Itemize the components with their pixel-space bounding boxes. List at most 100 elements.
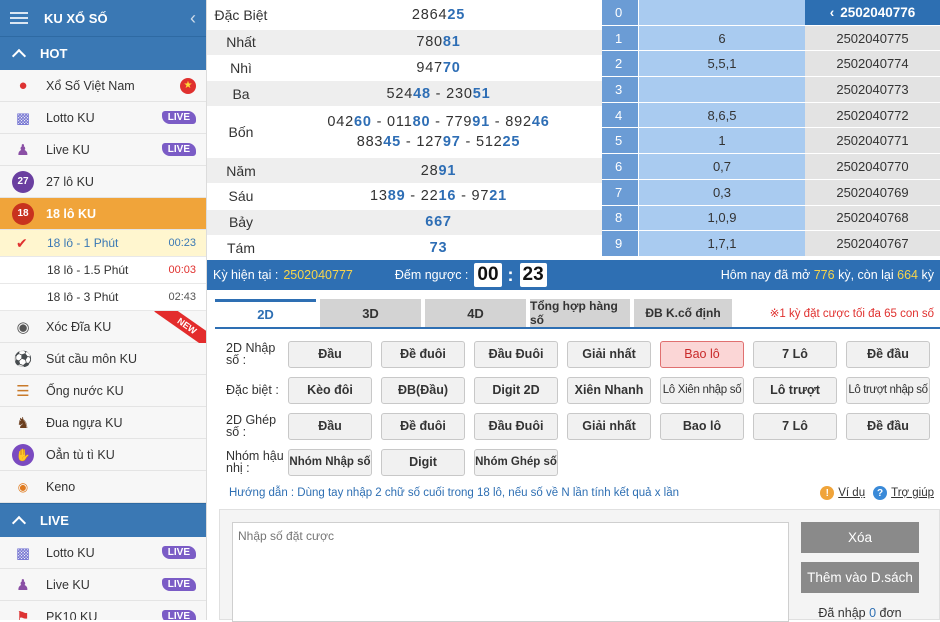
draw-item[interactable]: 2502040772 <box>805 102 940 129</box>
draw-item[interactable]: 2502040770 <box>805 154 940 180</box>
result-row-nhat: Nhất 78081 <box>207 30 602 56</box>
sidebar-item-lotto-ku[interactable]: ▩ Lotto KU LIVE <box>0 102 206 134</box>
mode-button[interactable]: Giải nhất <box>567 340 651 368</box>
mode-button[interactable]: Đầu Đuôi <box>474 340 558 368</box>
tab-3d[interactable]: 3D <box>320 299 421 327</box>
mode-button[interactable]: Đầu <box>288 340 372 368</box>
result-row-nhi: Nhì 94770 <box>207 56 602 82</box>
sub-item-18-lo-1-5-phut[interactable]: 18 lô - 1.5 Phút 00:03 <box>0 257 206 284</box>
prize-label: Nhất <box>226 34 256 51</box>
countdown-time: 00:23 <box>168 237 196 249</box>
sidebar-item-label: Live KU <box>46 577 90 592</box>
mode-row-label: 2D Ghép số : <box>226 413 277 439</box>
mode-button[interactable]: Lô Xiên nhập số <box>660 376 744 404</box>
loto-row: 16 <box>602 25 805 52</box>
section-live[interactable]: LIVE <box>0 503 206 537</box>
mode-button[interactable]: Lô trượt nhập số <box>846 376 930 404</box>
sidebar-item-xo-so-viet-nam[interactable]: ● Xổ Số Việt Nam ★ <box>0 70 206 102</box>
draw-item[interactable]: 2502040769 <box>805 179 940 206</box>
chevron-up-icon <box>11 48 27 64</box>
mode-button[interactable]: Kèo đôi <box>288 376 372 404</box>
results-table: Đặc Biệt 286425 Nhất 78081 Nhì 94770 Ba … <box>207 0 602 262</box>
loto-row: 51 <box>602 128 805 155</box>
mode-button[interactable]: 7 Lô <box>753 340 837 368</box>
sidebar-item-oan-tu-ti-ku[interactable]: ✋ Oẳn tù tì KU <box>0 439 206 471</box>
mode-button[interactable]: Digit 2D <box>474 376 558 404</box>
dice-plate-icon: ◉ <box>16 318 30 336</box>
prize-label: Bốn <box>228 124 254 141</box>
collapse-icon[interactable]: ‹ <box>190 8 196 29</box>
sidebar-item-live-live-ku[interactable]: ♟ Live KU LIVE <box>0 569 206 601</box>
tab-2d[interactable]: 2D <box>215 299 316 327</box>
prize-number: 52448 - 23051 <box>386 85 491 102</box>
draw-item[interactable]: 2502040768 <box>805 205 940 232</box>
number-18-icon: 18 <box>12 202 34 225</box>
mode-button[interactable]: Xiên Nhanh <box>567 376 651 404</box>
sidebar-item-27-lo-ku[interactable]: 27 27 lô KU <box>0 166 206 198</box>
draw-item[interactable]: 2502040775 <box>805 25 940 52</box>
sidebar-title: KU XỔ SỐ <box>44 10 108 26</box>
draw-item[interactable]: 2502040773 <box>805 77 940 103</box>
prize-label: Nhì <box>230 60 252 77</box>
entered-count: Đã nhập 0 đơn <box>818 606 902 620</box>
sidebar-item-sut-cau-mon-ku[interactable]: ⚽ Sút cầu môn KU <box>0 343 206 375</box>
draw-item[interactable]: 2502040767 <box>805 231 940 257</box>
clear-button[interactable]: Xóa <box>801 522 919 553</box>
draw-item[interactable]: 2502040774 <box>805 51 940 78</box>
tab-db-k-co-dinh[interactable]: ĐB K.cố định <box>634 299 732 327</box>
mode-row-dac-biet: Đặc biệt : Kèo đôi ĐB(Đầu) Digit 2D Xiên… <box>226 372 940 408</box>
lotto-icon: ▩ <box>15 544 31 562</box>
mode-button[interactable]: ĐB(Đầu) <box>381 376 465 404</box>
section-live-label: LIVE <box>40 513 69 528</box>
loto-row: 6 0,7 <box>602 154 805 180</box>
mode-button[interactable]: Đề đầu <box>846 412 930 440</box>
current-draw-value: 2502040777 <box>283 268 353 282</box>
soccer-ball-icon: ⚽ <box>13 350 33 368</box>
sidebar-item-label: PK10 KU <box>46 609 98 621</box>
sidebar: KU XỔ SỐ ‹ HOT ● Xổ Số Việt Nam ★ ▩ Lott… <box>0 0 207 620</box>
loto-row: 4 8,6,5 <box>602 102 805 129</box>
sidebar-item-dua-ngua-ku[interactable]: ♞ Đua ngựa KU <box>0 407 206 439</box>
sidebar-item-18-lo-ku[interactable]: 18 18 lô KU <box>0 198 206 230</box>
mode-button[interactable]: Đề đuôi <box>381 412 465 440</box>
result-row-tam: Tám 73 <box>207 236 602 262</box>
sidebar-item-label: Xổ Số Việt Nam <box>46 78 135 93</box>
sidebar-item-live-lotto-ku[interactable]: ▩ Lotto KU LIVE <box>0 537 206 569</box>
sidebar-item-live-pk10-ku[interactable]: ⚑ PK10 KU LIVE <box>0 601 206 620</box>
sidebar-item-keno[interactable]: ◉ Keno <box>0 471 206 503</box>
mode-button[interactable]: Đề đuôi <box>381 340 465 368</box>
countdown-time: 00:03 <box>168 264 196 276</box>
mode-button[interactable]: Đề đầu <box>846 340 930 368</box>
sidebar-item-live-ku[interactable]: ♟ Live KU LIVE <box>0 134 206 166</box>
mode-button[interactable]: Bao lô <box>660 412 744 440</box>
mode-button[interactable]: Lô trượt <box>753 376 837 404</box>
mode-button[interactable]: 7 Lô <box>753 412 837 440</box>
sub-item-18-lo-3-phut[interactable]: 18 lô - 3 Phút 02:43 <box>0 284 206 311</box>
mode-row-label: Nhóm hậu nhị : <box>226 449 284 475</box>
sub-item-label: 18 lô - 3 Phút <box>47 290 119 304</box>
mode-button[interactable]: Đầu <box>288 412 372 440</box>
mode-button[interactable]: Digit <box>381 448 465 476</box>
sidebar-item-ong-nuoc-ku[interactable]: ☰ Ống nước KU <box>0 375 206 407</box>
section-hot[interactable]: HOT <box>0 36 206 70</box>
live-badge: LIVE <box>161 143 196 156</box>
help-link[interactable]: Trợ giúp <box>891 487 934 499</box>
add-to-list-button[interactable]: Thêm vào D.sách <box>801 562 919 593</box>
mode-button[interactable]: Giải nhất <box>567 412 651 440</box>
sidebar-item-xoc-dia-ku[interactable]: ◉ Xóc Đĩa KU NEW <box>0 311 206 351</box>
help-icon: ? <box>873 486 888 500</box>
mode-button[interactable]: Nhóm Ghép số <box>474 448 558 476</box>
tab-tong-hop-hang-so[interactable]: Tổng hợp hàng số <box>530 299 630 327</box>
draw-list: ‹ 2502040776 2502040775 2502040774 250204… <box>805 0 940 257</box>
tab-4d[interactable]: 4D <box>425 299 526 327</box>
mode-button-selected[interactable]: Bao lô <box>660 340 744 368</box>
bet-number-input[interactable] <box>232 522 789 622</box>
current-draw[interactable]: ‹ 2502040776 <box>805 0 940 26</box>
sub-item-18-lo-1-phut[interactable]: ✔ 18 lô - 1 Phút 00:23 <box>0 230 206 257</box>
example-link[interactable]: Ví dụ <box>838 487 865 499</box>
menu-icon[interactable] <box>10 12 28 24</box>
draw-item[interactable]: 2502040771 <box>805 128 940 155</box>
check-icon: ✔ <box>16 235 28 251</box>
mode-button[interactable]: Đầu Đuôi <box>474 412 558 440</box>
mode-button[interactable]: Nhóm Nhập số <box>288 448 372 476</box>
